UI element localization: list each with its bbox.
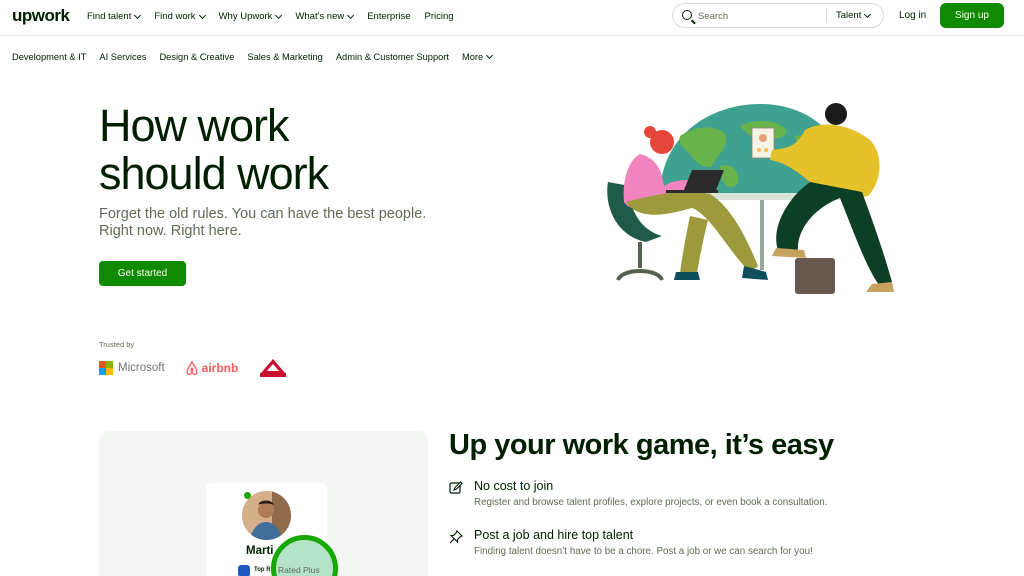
airbnb-logo: airbnb [185, 360, 238, 376]
trusted-by-label: Trusted by [99, 340, 135, 349]
chevron-down-icon [134, 11, 142, 19]
category-more[interactable]: More [462, 51, 494, 62]
search-input[interactable] [698, 8, 818, 24]
category-admin-support[interactable]: Admin & Customer Support [336, 52, 449, 62]
trusted-logos: Microsoft airbnb [99, 354, 288, 382]
edit-icon [449, 481, 463, 494]
nav-whats-new[interactable]: What's new [295, 11, 355, 22]
profile-illustration-panel: Marti Top R Rated Plus [99, 431, 428, 576]
feature-description: Register and browse talent profiles, exp… [474, 497, 828, 508]
microsoft-logo: Microsoft [99, 361, 165, 375]
bissell-mark-icon [260, 359, 287, 377]
get-started-button[interactable]: Get started [99, 261, 186, 286]
section-title: Up your work game, it’s easy [449, 429, 834, 461]
upwork-logo[interactable]: upwork [12, 6, 70, 26]
category-development-it[interactable]: Development & IT [12, 52, 86, 62]
nav-pricing[interactable]: Pricing [425, 11, 454, 22]
search-divider [826, 8, 827, 22]
feature-title: No cost to join [474, 479, 554, 493]
nav-enterprise[interactable]: Enterprise [367, 11, 410, 22]
online-status-dot [244, 492, 251, 499]
login-link[interactable]: Log in [899, 10, 926, 21]
chevron-down-icon [275, 11, 283, 19]
chevron-down-icon [864, 10, 872, 18]
category-sales-marketing[interactable]: Sales & Marketing [247, 52, 322, 62]
hero-illustration [607, 103, 894, 294]
search-scope-select[interactable]: Talent [836, 10, 872, 21]
nav-why-upwork[interactable]: Why Upwork [219, 11, 283, 22]
chevron-down-icon [486, 51, 494, 60]
category-bar: Development & IT AI Services Design & Cr… [12, 51, 505, 62]
airbnb-icon [186, 360, 198, 375]
nav-find-work[interactable]: Find work [154, 11, 206, 22]
search-icon [682, 10, 692, 20]
bissell-logo [258, 359, 288, 377]
profile-name: Marti [246, 545, 274, 557]
category-design-creative[interactable]: Design & Creative [159, 52, 234, 62]
chevron-down-icon [198, 11, 206, 19]
feature-title: Post a job and hire top talent [474, 528, 634, 542]
rated-plus-label: Rated Plus [278, 565, 320, 575]
feature-description: Finding talent doesn’t have to be a chor… [474, 546, 813, 557]
top-nav: upwork Find talent Find work Why Upwork … [0, 0, 1024, 36]
chevron-down-icon [347, 11, 355, 19]
microsoft-grid-icon [99, 361, 113, 375]
primary-nav: Find talent Find work Why Upwork What's … [87, 11, 468, 22]
hero-title: How work should work [99, 100, 329, 199]
nav-find-talent[interactable]: Find talent [87, 11, 142, 22]
signup-button[interactable]: Sign up [940, 3, 1004, 28]
category-ai-services[interactable]: AI Services [99, 52, 146, 62]
top-rated-badge-label: Top R [254, 567, 271, 573]
hero-subtitle: Forget the old rules. You can have the b… [99, 206, 427, 239]
top-rated-badge-icon [238, 565, 250, 576]
pin-icon [449, 530, 463, 544]
